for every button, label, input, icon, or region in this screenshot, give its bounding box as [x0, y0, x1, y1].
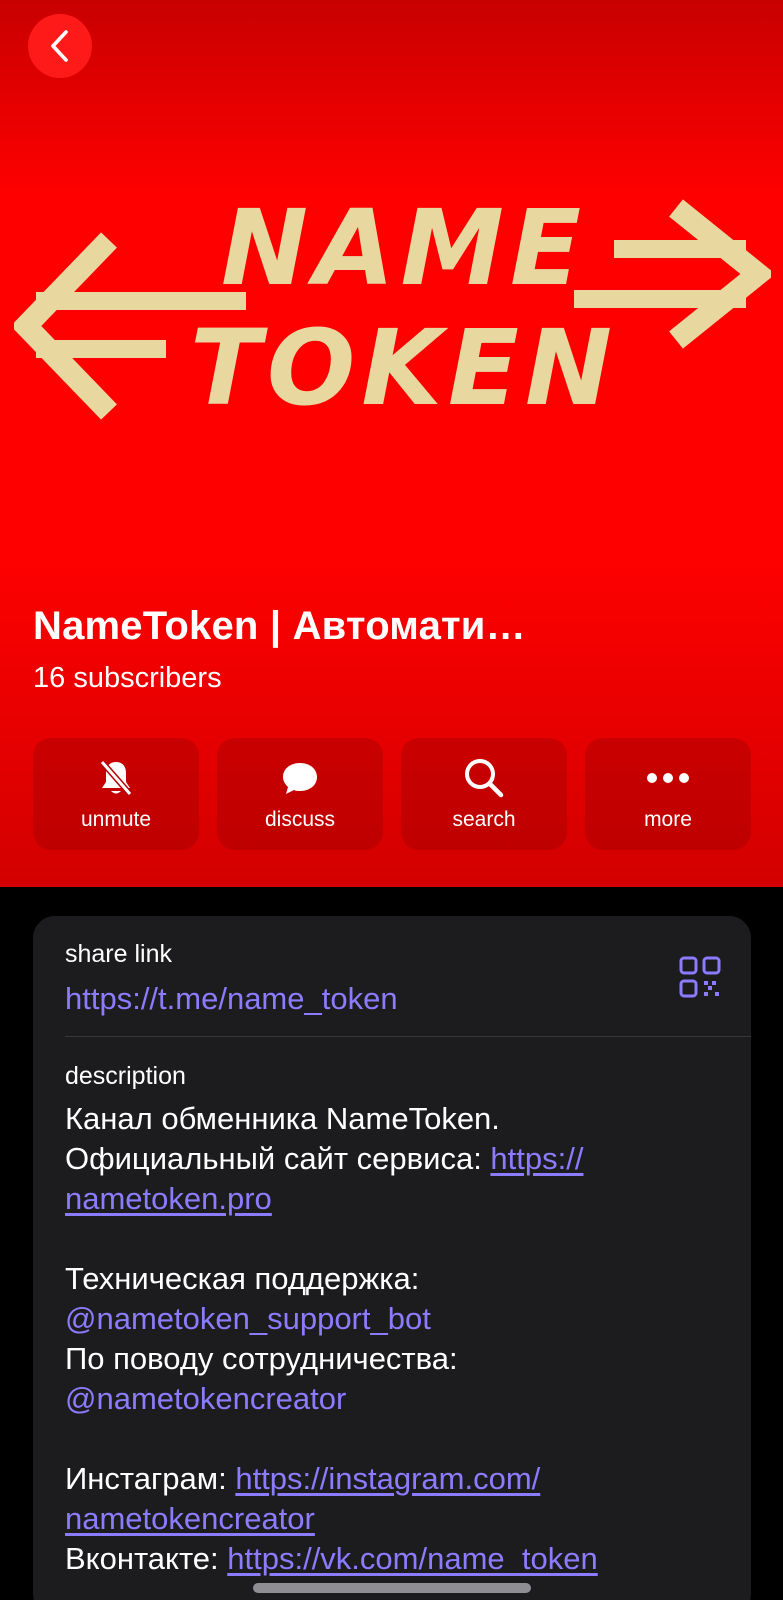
more-label: more	[644, 808, 692, 831]
channel-logo: NAME TOKEN	[14, 188, 771, 428]
search-icon	[462, 756, 506, 800]
share-link-row[interactable]: share link https://t.me/name_token	[65, 940, 725, 1017]
description-line: По поводу сотрудничества:	[65, 1341, 458, 1376]
description-row: description Канал обменника NameToken. О…	[65, 1062, 725, 1579]
share-link-label: share link	[65, 940, 172, 968]
qr-code-icon[interactable]	[679, 956, 721, 998]
instagram-link[interactable]: nametokencreator	[65, 1501, 315, 1536]
description-line: Вконтакте: https://vk.com/name_token	[65, 1541, 598, 1576]
discuss-button[interactable]: discuss	[217, 738, 383, 850]
description-text: Канал обменника NameToken. Официальный с…	[65, 1099, 725, 1579]
action-bar: unmute discuss search more	[33, 738, 751, 850]
vk-link[interactable]: https://vk.com/name_token	[227, 1541, 597, 1576]
website-link[interactable]: https://	[490, 1141, 583, 1176]
svg-text:TOKEN: TOKEN	[190, 307, 618, 428]
discuss-label: discuss	[264, 808, 336, 831]
website-link[interactable]: nametoken.pro	[65, 1181, 272, 1216]
creator-mention[interactable]: @nametokencreator	[65, 1379, 725, 1419]
description-line: Инстаграм: https://instagram.com/	[65, 1461, 541, 1496]
description-label: description	[65, 1062, 186, 1090]
channel-info-card: share link https://t.me/name_token descr…	[33, 916, 751, 1600]
description-line: nametoken.pro	[65, 1179, 725, 1219]
back-button[interactable]	[28, 14, 92, 78]
channel-title: NameToken | Автомати…	[33, 604, 526, 648]
unmute-label: unmute	[80, 808, 152, 831]
description-line: nametokencreator	[65, 1499, 725, 1539]
support-bot-mention[interactable]: @nametoken_support_bot	[65, 1299, 725, 1339]
instagram-link[interactable]: https://instagram.com/	[235, 1461, 540, 1496]
share-link-url[interactable]: https://t.me/name_token	[65, 981, 725, 1017]
channel-header: NAME TOKEN NameToken | Автомати… 16 subs…	[0, 0, 783, 887]
bell-slash-icon	[94, 756, 138, 800]
search-button[interactable]: search	[401, 738, 567, 850]
ellipsis-icon	[646, 756, 690, 800]
description-line: Официальный сайт сервиса: https://	[65, 1141, 584, 1176]
subscriber-count: 16 subscribers	[33, 662, 222, 694]
description-line: Техническая поддержка:	[65, 1261, 420, 1296]
divider	[65, 1036, 751, 1037]
chat-bubble-icon	[278, 756, 322, 800]
more-button[interactable]: more	[585, 738, 751, 850]
unmute-button[interactable]: unmute	[33, 738, 199, 850]
chevron-left-icon	[51, 30, 68, 62]
description-line: Канал обменника NameToken.	[65, 1101, 500, 1136]
search-label: search	[452, 808, 516, 831]
home-indicator	[253, 1583, 531, 1593]
svg-text:NAME: NAME	[221, 188, 587, 309]
